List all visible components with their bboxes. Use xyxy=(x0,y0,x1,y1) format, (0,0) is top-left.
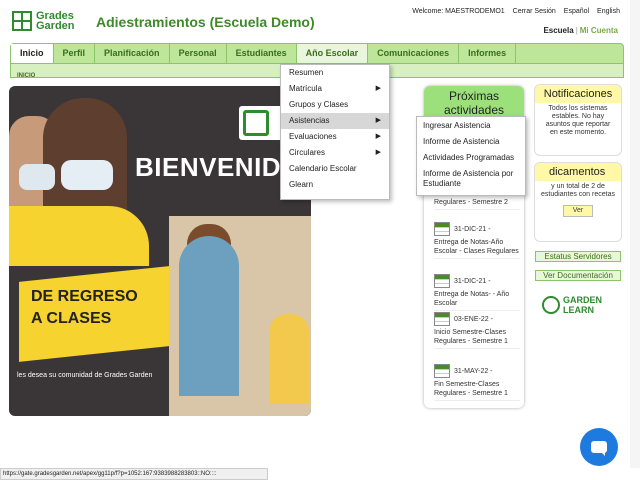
list-item[interactable]: 31-MAY-22 - Fin Semestre-Clases Regulare… xyxy=(434,364,520,401)
medications-panel: dicamentos y un total de 2 de estudiante… xyxy=(534,162,622,242)
tab-informes[interactable]: Informes xyxy=(459,44,517,63)
banner-mask-1 xyxy=(19,164,55,190)
chevron-right-icon: ▶ xyxy=(375,133,381,140)
activity-date: 31-DIC-21 - xyxy=(454,277,491,285)
banner-mask-2 xyxy=(61,160,113,190)
activity-text: Entrega de Notas-Año Escolar - Clases Re… xyxy=(434,239,519,255)
activities-title-line1: Próximas xyxy=(448,89,499,103)
tab-personal[interactable]: Personal xyxy=(170,44,227,63)
logo-line2: Garden xyxy=(36,20,75,32)
list-item[interactable]: 31-DIC-21 - Entrega de Notas- - Año Esco… xyxy=(434,274,520,311)
list-item[interactable]: 31-DIC-21 - Entrega de Notas-Año Escolar… xyxy=(434,222,520,259)
banner-yellow-shape xyxy=(9,206,149,266)
activity-text: Fin Semestre-Clases Regulares - Semestre… xyxy=(434,381,508,397)
grades-garden-logo[interactable]: Grades Garden xyxy=(12,8,92,34)
tab-perfil[interactable]: Perfil xyxy=(54,44,96,63)
tab-ano-escolar[interactable]: Año Escolar xyxy=(296,44,369,63)
garden-learn-line2: LEARN xyxy=(563,305,594,315)
page-title: Adiestramientos (Escuela Demo) xyxy=(96,14,315,30)
banner-subtitle: DE REGRESO A CLASES xyxy=(31,286,138,330)
activity-partial-text: Regulares - Semestre 2 xyxy=(434,199,508,206)
tab-inicio[interactable]: Inicio xyxy=(11,44,54,63)
chevron-right-icon: ▶ xyxy=(375,117,381,124)
submenu-informe-asistencia[interactable]: Informe de Asistencia xyxy=(417,137,525,147)
garden-learn-logo[interactable]: GARDEN LEARN xyxy=(542,290,616,320)
view-docs-button[interactable]: Ver Documentación xyxy=(535,270,621,281)
medications-title: dicamentos xyxy=(535,163,621,181)
banner-title: BIENVENIDO xyxy=(135,152,302,182)
view-medications-button[interactable]: Ver xyxy=(563,205,593,217)
garden-learn-icon xyxy=(542,296,560,314)
activity-text: Entrega de Notas- - Año Escolar xyxy=(434,291,510,307)
notifications-title: Notificaciones xyxy=(535,85,621,103)
chevron-right-icon: ▶ xyxy=(375,149,381,156)
menu-item-circulares[interactable]: Circulares ▶ xyxy=(281,145,389,161)
menu-item-matricula[interactable]: Matrícula ▶ xyxy=(281,81,389,97)
banner-subtitle-line1: DE REGRESO xyxy=(31,288,138,305)
chat-bubble-icon xyxy=(591,441,607,456)
my-account-link[interactable]: Mi Cuenta xyxy=(580,26,618,35)
calendar-icon xyxy=(434,312,450,326)
activity-text: Inicio Semestre-Clases Regulares - Semes… xyxy=(434,329,508,345)
garden-learn-line1: GARDEN xyxy=(563,295,603,305)
submenu-ingresar-asistencia[interactable]: Ingresar Asistencia xyxy=(417,121,525,131)
activities-title-line2: actividades xyxy=(443,103,505,117)
main-nav: Inicio Perfil Planificación Personal Est… xyxy=(10,43,624,64)
list-item[interactable]: 03-ENE-22 - Inicio Semestre-Clases Regul… xyxy=(434,312,520,349)
tab-planificacion[interactable]: Planificación xyxy=(95,44,170,63)
logo-mark-icon xyxy=(12,11,32,31)
tab-estudiantes[interactable]: Estudiantes xyxy=(227,44,297,63)
school-link[interactable]: Escuela xyxy=(543,26,573,35)
english-link[interactable]: English xyxy=(597,8,620,15)
calendar-icon xyxy=(434,222,450,236)
calendar-icon xyxy=(434,274,450,288)
activity-partial: Regulares - Semestre 2 xyxy=(434,198,520,210)
status-bar-url: https://gate.gradesgarden.net/apex/gg11p… xyxy=(0,468,268,480)
menu-item-evaluaciones[interactable]: Evaluaciones ▶ xyxy=(281,129,389,145)
server-status-button[interactable]: Estatus Servidores xyxy=(535,251,621,262)
activity-date: 31-MAY-22 - xyxy=(454,367,493,375)
medications-body: y un total de 2 de estudiantes con recet… xyxy=(541,183,615,198)
tab-comunicaciones[interactable]: Comunicaciones xyxy=(368,44,460,63)
activities-header: Próximas actividades xyxy=(424,86,524,120)
ano-escolar-menu: Resumen Matrícula ▶ Grupos y Clases Asist… xyxy=(280,64,390,200)
notifications-body: Todos los sistemas estables. No hay asun… xyxy=(545,105,611,136)
submenu-informe-por-estudiante[interactable]: Informe de Asistencia por Estudiante xyxy=(417,169,525,189)
banner-caption: les desea su comunidad de Grades Garden xyxy=(17,372,153,379)
welcome-banner: BIENVENIDO DE REGRESO A CLASES les desea… xyxy=(9,86,311,416)
menu-item-glearn[interactable]: Glearn xyxy=(281,177,389,193)
menu-item-calendario[interactable]: Calendario Escolar xyxy=(281,161,389,177)
activity-date: 03-ENE-22 - xyxy=(454,315,493,323)
menu-item-grupos[interactable]: Grupos y Clases xyxy=(281,97,389,113)
calendar-icon xyxy=(434,364,450,378)
top-links: Welcome: MAESTRODEMO1 Cerrar Sesión Espa… xyxy=(406,8,620,15)
account-links: Escuela | Mi Cuenta xyxy=(543,26,618,35)
menu-item-asistencias[interactable]: Asistencias ▶ xyxy=(281,113,389,129)
banner-teacher xyxy=(179,236,239,396)
chevron-right-icon: ▶ xyxy=(375,85,381,92)
banner-student xyxy=(269,314,309,404)
chat-button[interactable] xyxy=(580,428,618,466)
activity-date: 31-DIC-21 - xyxy=(454,225,491,233)
spanish-link[interactable]: Español xyxy=(564,8,589,15)
notifications-panel: Notificaciones Todos los sistemas establ… xyxy=(534,84,622,156)
welcome-text: Welcome: MAESTRODEMO1 xyxy=(412,8,505,15)
asistencias-submenu: Ingresar Asistencia Informe de Asistenci… xyxy=(416,116,526,196)
breadcrumb[interactable]: INICIO xyxy=(17,73,35,79)
submenu-actividades-programadas[interactable]: Actividades Programadas xyxy=(417,153,525,163)
banner-subtitle-line2: A CLASES xyxy=(31,310,112,327)
logout-link[interactable]: Cerrar Sesión xyxy=(513,8,556,15)
page-scrollbar[interactable] xyxy=(630,0,640,468)
menu-item-resumen[interactable]: Resumen xyxy=(281,65,389,81)
